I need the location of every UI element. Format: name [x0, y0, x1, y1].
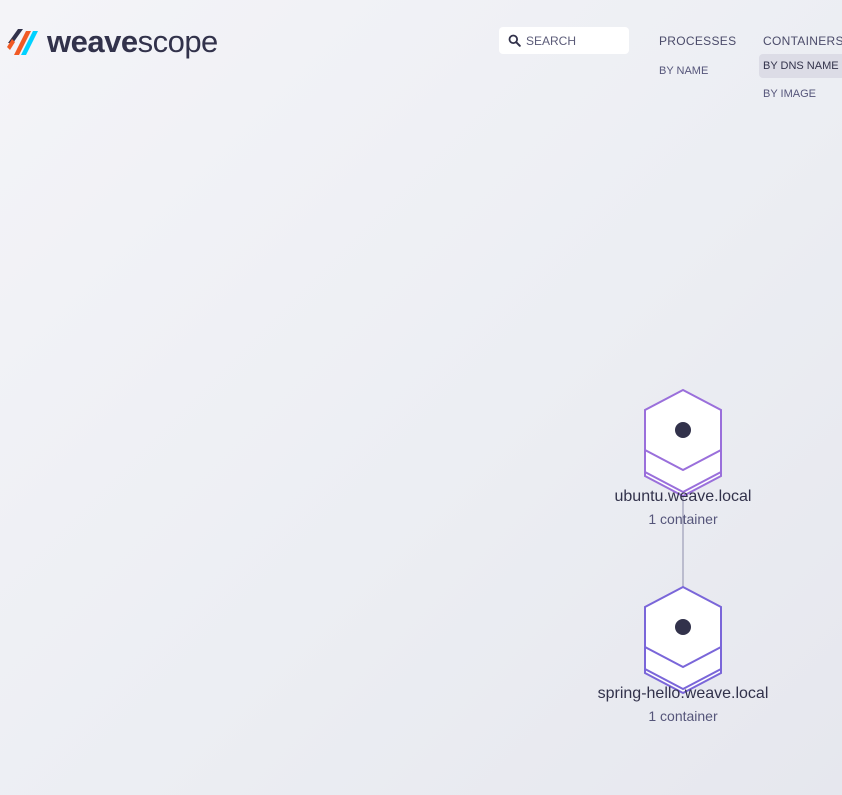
stacked-hexagon-icon	[644, 388, 722, 498]
node-dot-icon	[675, 619, 691, 635]
node-sublabel-ubuntu: 1 container	[648, 511, 718, 527]
node-sublabel-spring-hello: 1 container	[648, 708, 718, 724]
topology-graph	[644, 388, 722, 695]
node-label-spring-hello[interactable]: spring-hello.weave.local	[563, 685, 803, 703]
graph-node-ubuntu[interactable]	[644, 388, 722, 498]
node-label-ubuntu[interactable]: ubuntu.weave.local	[563, 488, 803, 506]
stacked-hexagon-icon	[644, 585, 722, 695]
node-dot-icon	[675, 422, 691, 438]
graph-node-spring-hello[interactable]	[644, 585, 722, 695]
